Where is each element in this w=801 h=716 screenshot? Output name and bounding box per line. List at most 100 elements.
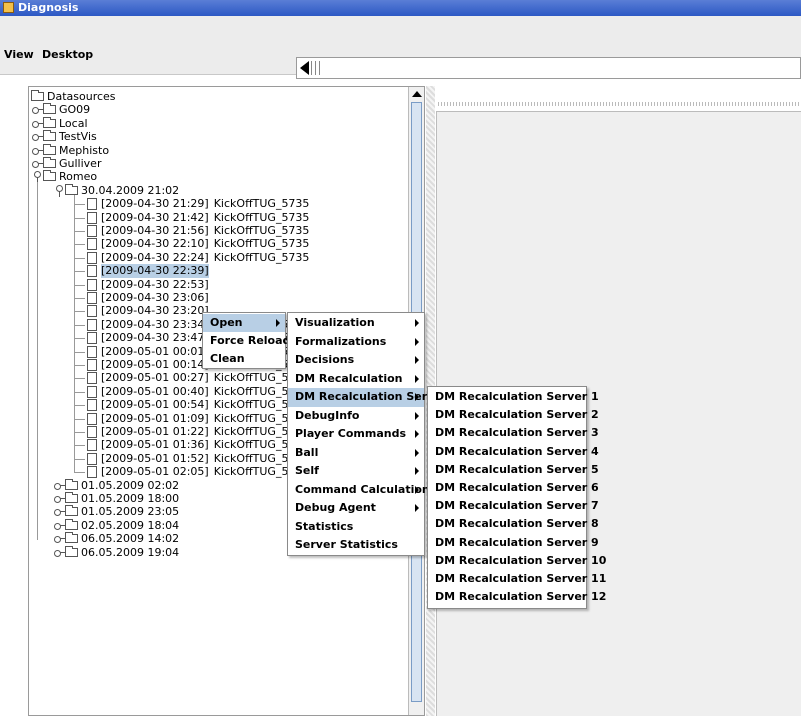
- tree-connector: [74, 472, 85, 474]
- server-item-dm-recalculation-server-12[interactable]: DM Recalculation Server 12: [428, 588, 606, 606]
- tree-item-label: 30.04.2009 21:02: [81, 183, 180, 197]
- open-item-dm-recalculation-server[interactable]: DM Recalculation Server: [288, 388, 447, 407]
- left-arrow-icon[interactable]: [300, 61, 309, 75]
- tree-session[interactable]: 01.05.2009 18:00: [53, 492, 179, 506]
- tree-file-item[interactable]: [2009-04-30 22:53]: [87, 278, 214, 292]
- tree-folder-go09[interactable]: GO09: [31, 103, 90, 117]
- open-item-decisions[interactable]: Decisions: [288, 351, 424, 370]
- tree-session[interactable]: 06.05.2009 19:04: [53, 545, 179, 560]
- expand-key-icon[interactable]: [31, 157, 43, 171]
- expand-key-icon[interactable]: [53, 492, 65, 506]
- tree-connector: [37, 181, 38, 541]
- tree-file-item[interactable]: [2009-04-30 21:29] KickOffTUG_5735: [87, 197, 309, 211]
- tree-file-item[interactable]: [2009-04-30 23:20]: [87, 304, 214, 318]
- tree-connector: [74, 257, 85, 259]
- tree-file-item[interactable]: [2009-05-01 00:27] KickOffTUG_5735: [87, 371, 309, 385]
- server-item-dm-recalculation-server-1[interactable]: DM Recalculation Server 1: [428, 388, 599, 406]
- collapse-key-icon[interactable]: [53, 184, 65, 198]
- open-submenu: Visualization Formalizations Decisions DM R…: [287, 312, 447, 556]
- tree-session[interactable]: 01.05.2009 02:02: [53, 478, 179, 493]
- tree-connector: [74, 405, 85, 407]
- tree-item-label: [2009-04-30 21:29]: [101, 197, 209, 211]
- tree-session[interactable]: 01.05.2009 23:05: [53, 505, 179, 519]
- tree-item-name: KickOffTUG_5735: [213, 237, 310, 251]
- tree-item-datasources[interactable]: Datasources: [31, 90, 116, 104]
- tree-connector: [74, 391, 85, 393]
- tree-session[interactable]: 06.05.2009 14:02: [53, 532, 179, 546]
- expand-key-icon[interactable]: [53, 505, 65, 519]
- open-item-player-commands[interactable]: Player Commands: [288, 425, 424, 444]
- view-menu[interactable]: View: [4, 48, 34, 61]
- tree-file-item[interactable]: [2009-05-01 02:05] KickOffTUG_5735: [87, 465, 309, 479]
- expand-key-icon[interactable]: [53, 479, 65, 493]
- folder-icon: [31, 90, 44, 101]
- separator: [319, 61, 320, 75]
- scroll-up-icon[interactable]: [412, 91, 422, 97]
- server-item-dm-recalculation-server-11[interactable]: DM Recalculation Server 11: [428, 570, 606, 588]
- folder-icon: [65, 532, 78, 544]
- tree-file-item[interactable]: [2009-05-01 01:22] KickOffTUG_5735: [87, 425, 309, 439]
- tree-file-item[interactable]: [2009-05-01 00:54] KickOffTUG_5735: [87, 398, 309, 412]
- open-item-debug-agent[interactable]: Debug Agent: [288, 499, 424, 518]
- tree-folder-testvis[interactable]: TestVis: [31, 130, 97, 144]
- separator: [311, 61, 312, 75]
- open-item-formalizations[interactable]: Formalizations: [288, 333, 424, 352]
- server-item-dm-recalculation-server-9[interactable]: DM Recalculation Server 9: [428, 534, 599, 552]
- view-header: [436, 86, 801, 112]
- expand-key-icon[interactable]: [31, 117, 43, 131]
- server-item-dm-recalculation-server-7[interactable]: DM Recalculation Server 7: [428, 497, 599, 515]
- server-item-dm-recalculation-server-5[interactable]: DM Recalculation Server 5: [428, 461, 599, 479]
- open-item-statistics[interactable]: Statistics: [288, 518, 424, 537]
- open-item-ball[interactable]: Ball: [288, 444, 424, 463]
- open-item-debuginfo[interactable]: DebugInfo: [288, 407, 424, 426]
- menu-item-label: DM Recalculation: [295, 371, 403, 385]
- tree-session[interactable]: 02.05.2009 18:04: [53, 518, 179, 533]
- menu-item-label: DM Recalculation Server 6: [435, 481, 599, 494]
- tree-session[interactable]: 30.04.2009 21:02: [53, 183, 180, 198]
- server-item-dm-recalculation-server-10[interactable]: DM Recalculation Server 10: [428, 552, 606, 570]
- expand-key-icon[interactable]: [53, 532, 65, 546]
- tree-file-item[interactable]: [2009-05-01 01:52] KickOffTUG_5735: [87, 452, 309, 466]
- tree-file-item[interactable]: [2009-04-30 21:42] KickOffTUG_5735: [87, 211, 309, 225]
- open-item-server-statistics[interactable]: Server Statistics: [288, 536, 424, 555]
- expand-key-icon[interactable]: [31, 144, 43, 158]
- tree-folder-romeo[interactable]: Romeo: [31, 170, 97, 184]
- tree-file-item[interactable]: [2009-04-30 22:10] KickOffTUG_5735: [87, 237, 309, 251]
- menu-item-label: DM Recalculation Server 1: [435, 390, 599, 403]
- tree-file-item[interactable]: [2009-05-01 01:36] KickOffTUG_5735: [87, 438, 309, 452]
- tree-file-item[interactable]: [2009-04-30 22:24] KickOffTUG_5735: [87, 251, 309, 265]
- open-item-self[interactable]: Self: [288, 462, 424, 481]
- tree-file-item[interactable]: [2009-04-30 23:06]: [87, 291, 214, 305]
- open-item-command-calculation[interactable]: Command Calculation: [288, 481, 430, 500]
- tree-file-item[interactable]: [2009-04-30 22:39]: [87, 264, 214, 279]
- server-item-dm-recalculation-server-2[interactable]: DM Recalculation Server 2: [428, 406, 599, 424]
- tree-folder-gulliver[interactable]: Gulliver: [31, 157, 101, 171]
- open-item-dm-recalculation[interactable]: DM Recalculation: [288, 370, 424, 389]
- ctx-item-force-reload[interactable]: Force Reload: [203, 332, 290, 350]
- tree-file-item[interactable]: [2009-04-30 21:56] KickOffTUG_5735: [87, 224, 309, 238]
- file-icon: [87, 318, 97, 331]
- submenu-arrow-icon: [415, 337, 419, 346]
- tree-folder-local[interactable]: Local: [31, 116, 88, 131]
- server-item-dm-recalculation-server-8[interactable]: DM Recalculation Server 8: [428, 515, 599, 533]
- tree-connector: [74, 338, 85, 340]
- file-icon: [87, 359, 97, 371]
- window-title: Diagnosis: [18, 1, 79, 14]
- open-item-visualization[interactable]: Visualization: [288, 314, 424, 333]
- ctx-item-open[interactable]: Open: [203, 314, 285, 332]
- tree-file-item[interactable]: [2009-05-01 01:09] KickOffTUG_5735: [87, 412, 309, 426]
- expand-key-icon[interactable]: [31, 130, 43, 144]
- server-item-dm-recalculation-server-6[interactable]: DM Recalculation Server 6: [428, 479, 599, 497]
- tree-folder-mephisto[interactable]: Mephisto: [31, 143, 109, 158]
- tree-item-label: [2009-05-01 00:54]: [101, 398, 209, 412]
- expand-key-icon[interactable]: [53, 519, 65, 533]
- ctx-item-clean[interactable]: Clean: [203, 350, 285, 368]
- expand-key-icon[interactable]: [53, 546, 65, 560]
- tree-connector: [74, 244, 85, 246]
- server-item-dm-recalculation-server-3[interactable]: DM Recalculation Server 3: [428, 424, 599, 442]
- tree-item-label: [2009-04-30 22:24]: [101, 250, 209, 264]
- tree-file-item[interactable]: [2009-05-01 00:40] KickOffTUG_5735: [87, 385, 309, 399]
- desktop-menu[interactable]: Desktop: [42, 48, 93, 61]
- server-item-dm-recalculation-server-4[interactable]: DM Recalculation Server 4: [428, 443, 599, 461]
- expand-key-icon[interactable]: [31, 103, 43, 117]
